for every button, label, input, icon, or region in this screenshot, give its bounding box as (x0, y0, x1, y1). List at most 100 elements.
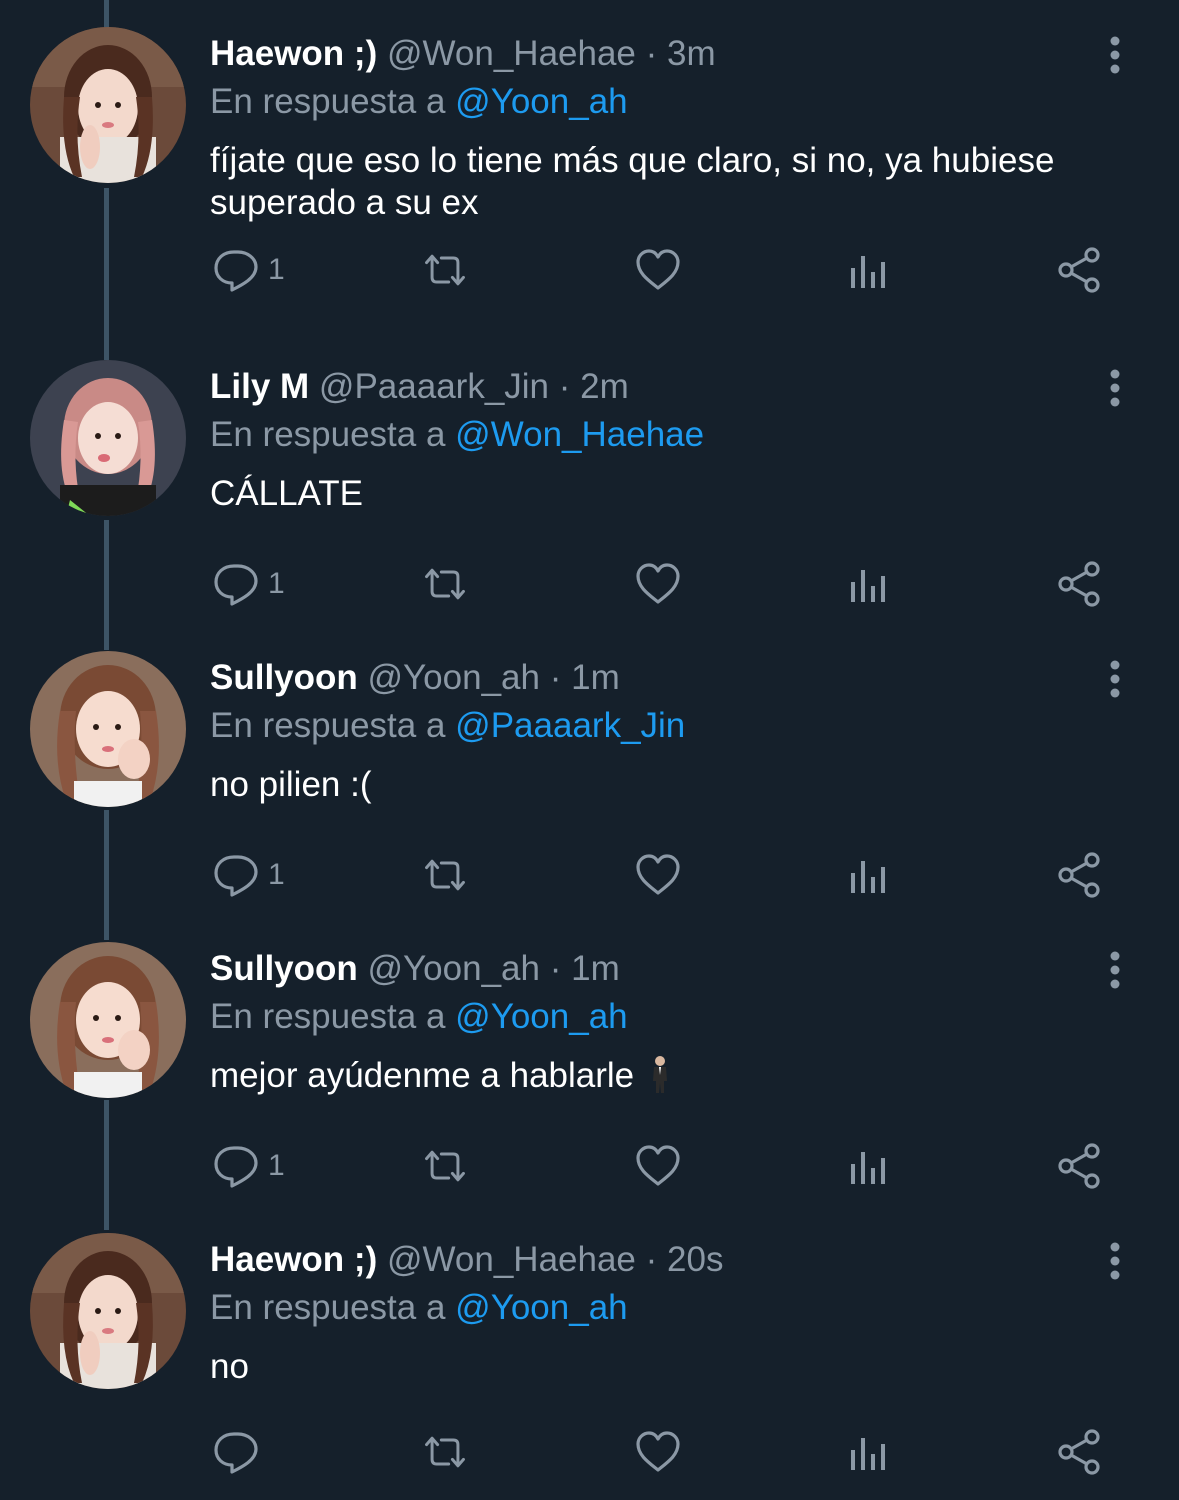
user-handle[interactable]: @Paaaark_Jin (319, 367, 549, 406)
reply-button[interactable]: 1 (212, 556, 285, 612)
tweet-header: Sullyoon @Yoon_ah · 1m (210, 656, 620, 700)
avatar-haewon[interactable] (30, 27, 186, 183)
tweet-header: Sullyoon @Yoon_ah · 1m (210, 947, 620, 991)
reply-mention-link[interactable]: @Yoon_ah (455, 1288, 627, 1327)
comment-bubble-icon (214, 855, 258, 897)
display-name[interactable]: Sullyoon (210, 949, 358, 988)
tweet-text: CÁLLATE (210, 474, 364, 513)
timestamp[interactable]: 20s (667, 1240, 723, 1279)
analytics-bars-icon (851, 570, 885, 602)
display-name[interactable]: Haewon ;) (210, 34, 377, 73)
reply-mention-link[interactable]: @Paaaark_Jin (455, 706, 685, 745)
retweet-arrows-icon (425, 859, 465, 891)
retweet-button[interactable] (421, 242, 469, 298)
timestamp[interactable]: 3m (667, 34, 716, 73)
conversation-thread: Haewon ;) @Won_Haehae · 3m En respuesta … (0, 0, 1179, 1500)
retweet-arrows-icon (425, 1436, 465, 1468)
reply-context: En respuesta a @Yoon_ah (210, 80, 628, 124)
reply-mention-link[interactable]: @Yoon_ah (455, 82, 627, 121)
more-options-icon[interactable] (1100, 1241, 1130, 1281)
tweet-text: no (210, 1347, 249, 1386)
retweet-button[interactable] (421, 1138, 469, 1194)
share-nodes-icon (1058, 1429, 1100, 1475)
more-options-icon[interactable] (1100, 35, 1130, 75)
user-handle[interactable]: @Won_Haehae (387, 1240, 636, 1279)
reply-mention-link[interactable]: @Yoon_ah (455, 997, 627, 1036)
avatar-sullyoon[interactable] (30, 942, 186, 1098)
retweet-arrows-icon (425, 568, 465, 600)
reply-button[interactable]: 1 (212, 1138, 285, 1194)
tweet[interactable]: Lily M @Paaaark_Jin · 2m En respuesta a … (0, 333, 1179, 624)
like-button[interactable] (634, 847, 682, 903)
person-in-suit-emoji (652, 1056, 667, 1093)
like-button[interactable] (634, 1424, 682, 1480)
like-button[interactable] (634, 1138, 682, 1194)
more-options-icon[interactable] (1100, 950, 1130, 990)
reply-prefix: En respuesta a (210, 1288, 446, 1327)
avatar-haewon[interactable] (30, 1233, 186, 1389)
share-nodes-icon (1058, 561, 1100, 607)
tweet-header: Haewon ;) @Won_Haehae · 3m (210, 32, 716, 76)
display-name[interactable]: Haewon ;) (210, 1240, 377, 1279)
display-name[interactable]: Sullyoon (210, 658, 358, 697)
tweet[interactable]: Haewon ;) @Won_Haehae · 20s En respuesta… (0, 1206, 1179, 1497)
reply-mention-link[interactable]: @Won_Haehae (455, 415, 704, 454)
heart-icon (636, 249, 680, 290)
views-button[interactable] (845, 847, 893, 903)
views-button[interactable] (845, 1138, 893, 1194)
timestamp[interactable]: 1m (571, 658, 620, 697)
reply-button[interactable]: 1 (212, 242, 285, 298)
separator-dot: · (549, 658, 562, 697)
user-handle[interactable]: @Yoon_ah (368, 949, 540, 988)
reply-button[interactable] (212, 1424, 268, 1480)
more-options-icon[interactable] (1100, 368, 1130, 408)
share-button[interactable] (1056, 847, 1104, 903)
tweet-text: fíjate que eso lo tiene más que claro, s… (210, 141, 1055, 222)
reply-context: En respuesta a @Yoon_ah (210, 1286, 628, 1330)
reply-prefix: En respuesta a (210, 82, 446, 121)
heart-icon (636, 563, 680, 604)
analytics-bars-icon (851, 1438, 885, 1470)
reply-prefix: En respuesta a (210, 415, 446, 454)
tweet-header: Haewon ;) @Won_Haehae · 20s (210, 1238, 723, 1282)
like-button[interactable] (634, 556, 682, 612)
separator-dot: · (558, 367, 571, 406)
share-button[interactable] (1056, 556, 1104, 612)
timestamp[interactable]: 2m (580, 367, 629, 406)
tweet-actions: 1 (0, 556, 1179, 616)
display-name[interactable]: Lily M (210, 367, 309, 406)
share-nodes-icon (1058, 852, 1100, 898)
retweet-button[interactable] (421, 556, 469, 612)
user-handle[interactable]: @Yoon_ah (368, 658, 540, 697)
comment-bubble-icon (214, 250, 258, 292)
views-button[interactable] (845, 1424, 893, 1480)
user-handle[interactable]: @Won_Haehae (387, 34, 636, 73)
tweet-actions (0, 1424, 1179, 1484)
share-button[interactable] (1056, 242, 1104, 298)
reply-context: En respuesta a @Yoon_ah (210, 995, 628, 1039)
share-nodes-icon (1058, 1143, 1100, 1189)
comment-bubble-icon (214, 1146, 258, 1188)
tweet[interactable]: Haewon ;) @Won_Haehae · 3m En respuesta … (0, 0, 1179, 293)
like-button[interactable] (634, 242, 682, 298)
share-button[interactable] (1056, 1424, 1104, 1480)
reply-context: En respuesta a @Paaaark_Jin (210, 704, 685, 748)
more-options-icon[interactable] (1100, 659, 1130, 699)
reply-prefix: En respuesta a (210, 997, 446, 1036)
tweet-actions: 1 (0, 1138, 1179, 1198)
tweet[interactable]: Sullyoon @Yoon_ah · 1m En respuesta a @Y… (0, 915, 1179, 1206)
reply-button[interactable]: 1 (212, 847, 285, 903)
separator-dot: · (645, 34, 658, 73)
avatar-lily[interactable] (30, 360, 186, 516)
retweet-button[interactable] (421, 847, 469, 903)
views-button[interactable] (845, 242, 893, 298)
heart-icon (636, 854, 680, 895)
retweet-arrows-icon (425, 1150, 465, 1182)
reply-prefix: En respuesta a (210, 706, 446, 745)
timestamp[interactable]: 1m (571, 949, 620, 988)
retweet-button[interactable] (421, 1424, 469, 1480)
avatar-sullyoon[interactable] (30, 651, 186, 807)
tweet[interactable]: Sullyoon @Yoon_ah · 1m En respuesta a @P… (0, 624, 1179, 915)
share-button[interactable] (1056, 1138, 1104, 1194)
views-button[interactable] (845, 556, 893, 612)
